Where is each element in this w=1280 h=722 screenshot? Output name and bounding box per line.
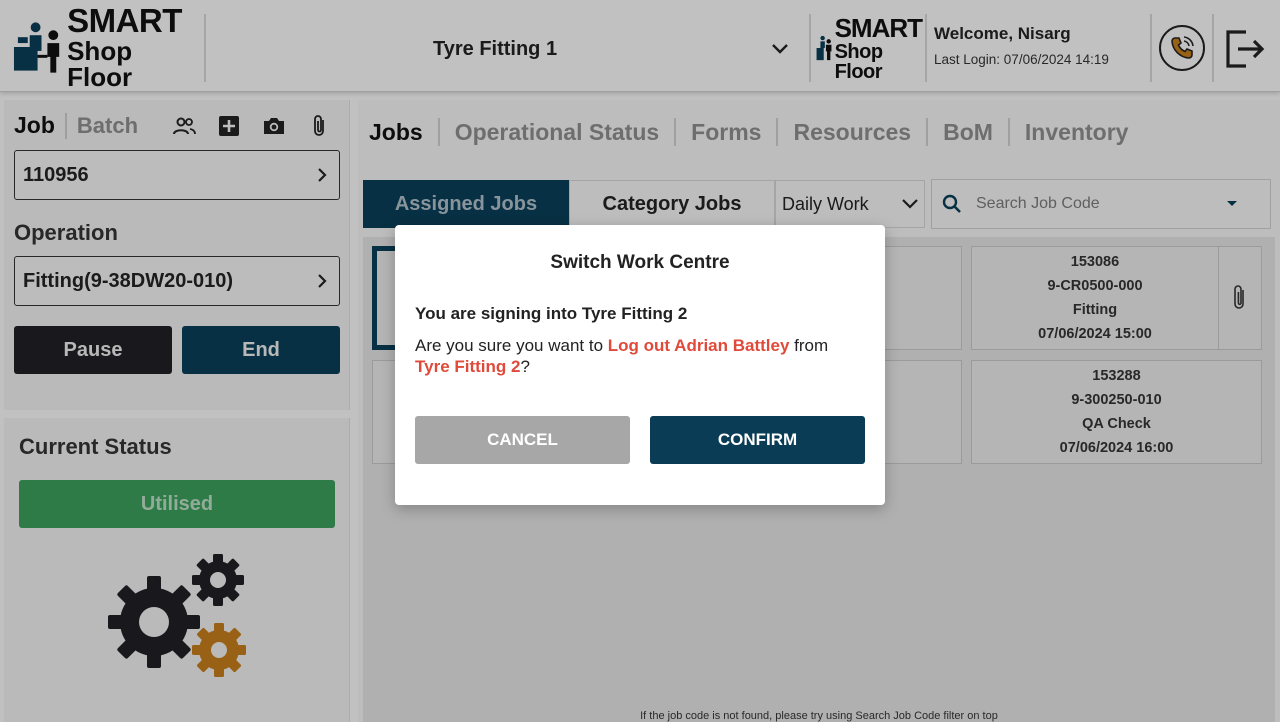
dialog-title: Switch Work Centre [550, 252, 730, 273]
logout-user-text: Log out Adrian Battley [607, 336, 790, 355]
dialog-text: from [789, 336, 829, 355]
work-centre-text: Tyre Fitting 2 [415, 357, 521, 376]
switch-work-centre-dialog: Switch Work Centre You are signing into … [395, 225, 885, 505]
dialog-message-confirm: Are you sure you want to Log out Adrian … [415, 335, 875, 377]
dialog-text: ? [520, 357, 530, 376]
dialog-message-signing: You are signing into Tyre Fitting 2 [415, 304, 688, 323]
dialog-text: Are you sure you want to [415, 336, 608, 355]
cancel-button[interactable]: CANCEL [415, 416, 630, 464]
confirm-button[interactable]: CONFIRM [650, 416, 865, 464]
